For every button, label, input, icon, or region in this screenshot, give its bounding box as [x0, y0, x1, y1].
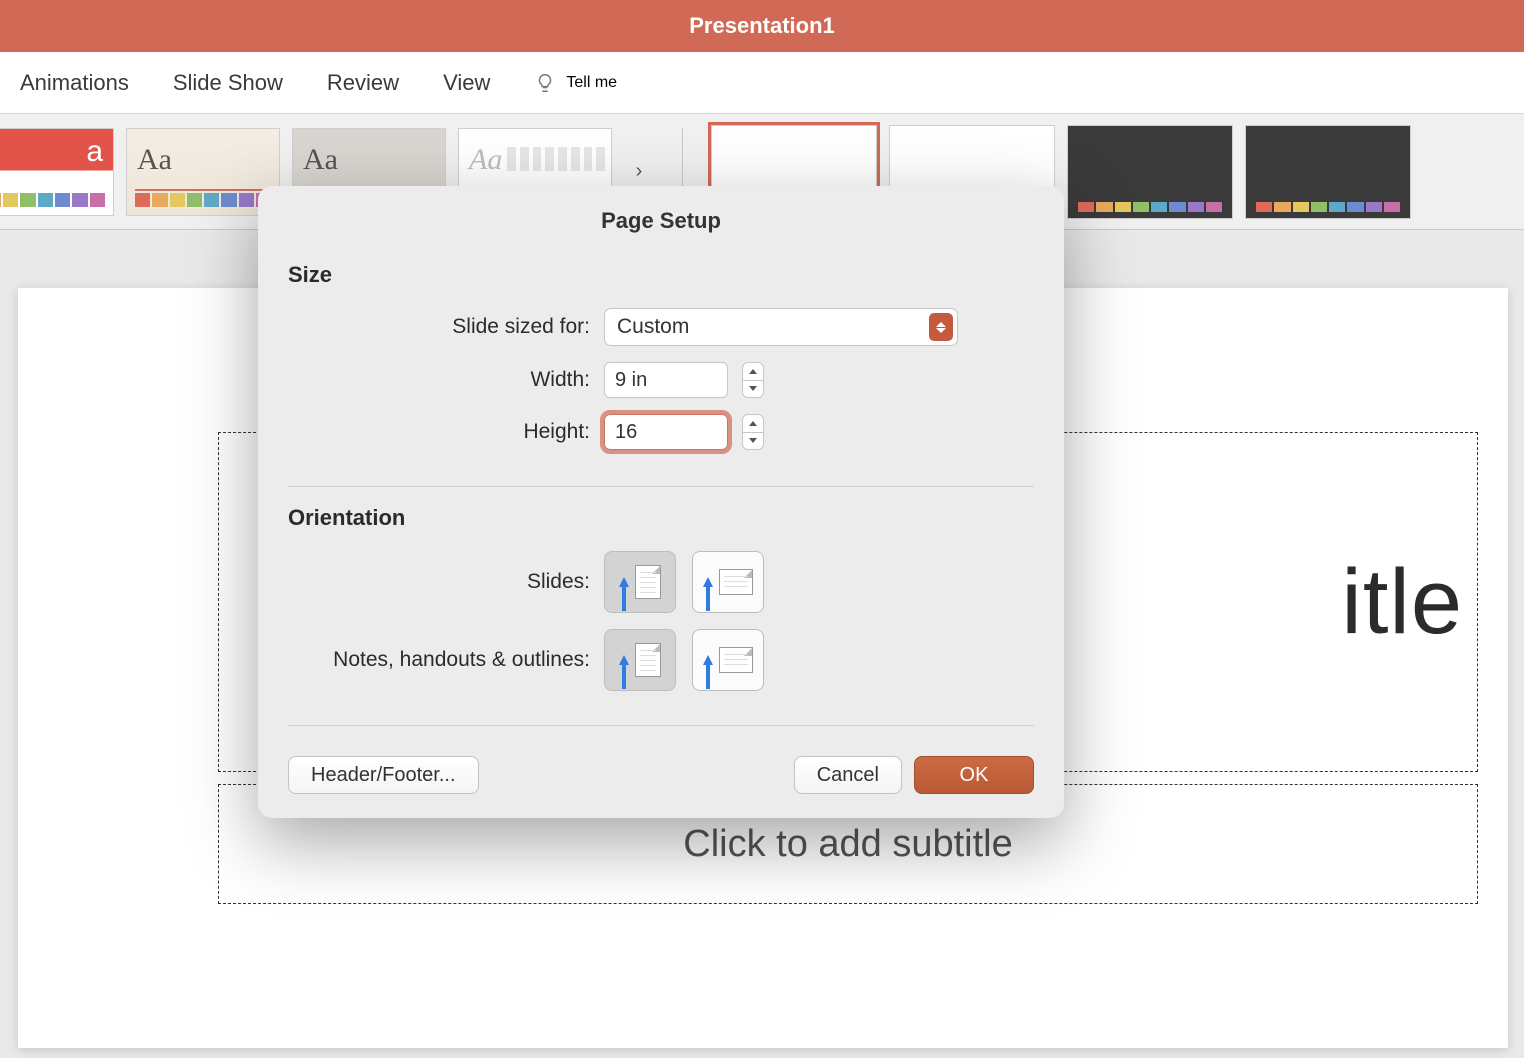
- window-titlebar: Presentation1: [0, 0, 1524, 52]
- height-input[interactable]: [604, 414, 728, 450]
- dialog-footer: Header/Footer... Cancel OK: [258, 744, 1064, 794]
- width-stepper[interactable]: [742, 362, 764, 398]
- stepper-down-icon[interactable]: [743, 381, 763, 398]
- height-stepper[interactable]: [742, 414, 764, 450]
- size-header: Size: [288, 262, 1034, 288]
- stepper-up-icon[interactable]: [743, 415, 763, 433]
- dialog-divider: [288, 486, 1034, 487]
- theme-thumbnail[interactable]: a: [0, 128, 114, 216]
- arrow-up-icon: [703, 577, 713, 587]
- theme-aa-glyph: Aa: [137, 143, 172, 177]
- slides-landscape-button[interactable]: [692, 551, 764, 613]
- page-portrait-icon: [635, 565, 661, 599]
- notes-landscape-button[interactable]: [692, 629, 764, 691]
- stepper-down-icon[interactable]: [743, 433, 763, 450]
- tab-review[interactable]: Review: [327, 70, 399, 96]
- lightbulb-icon: [534, 72, 556, 94]
- arrow-up-icon: [619, 577, 629, 587]
- theme-thumbnail[interactable]: Aa: [126, 128, 280, 216]
- ribbon-tabs: Animations Slide Show Review View Tell m…: [0, 52, 1524, 114]
- stepper-up-icon[interactable]: [743, 363, 763, 381]
- header-footer-button[interactable]: Header/Footer...: [288, 756, 479, 794]
- page-setup-dialog: Page Setup Size Slide sized for: Custom …: [258, 186, 1064, 818]
- tab-animations[interactable]: Animations: [20, 70, 129, 96]
- size-section: Size Slide sized for: Custom Width: Heig…: [258, 252, 1064, 480]
- variant-thumbnail[interactable]: [1067, 125, 1233, 219]
- width-label: Width:: [288, 368, 590, 392]
- sized-for-combobox[interactable]: Custom: [604, 308, 958, 346]
- theme-aa-glyph: Aa: [469, 143, 502, 177]
- arrow-up-icon: [619, 655, 629, 665]
- arrow-up-icon: [703, 655, 713, 665]
- notes-portrait-button[interactable]: [604, 629, 676, 691]
- variant-thumbnail[interactable]: [1245, 125, 1411, 219]
- window-title: Presentation1: [689, 13, 835, 39]
- tell-me-label: Tell me: [566, 74, 617, 92]
- subtitle-placeholder-text: Click to add subtitle: [683, 823, 1013, 866]
- orientation-section: Orientation Slides: Notes, handouts & ou…: [258, 505, 1064, 719]
- theme-aa-glyph: a: [86, 135, 103, 169]
- height-label: Height:: [288, 420, 590, 444]
- chevron-right-icon: ›: [636, 160, 643, 183]
- page-landscape-icon: [719, 569, 753, 595]
- dialog-divider: [288, 725, 1034, 726]
- sized-for-value: Custom: [617, 315, 689, 339]
- notes-orientation-label: Notes, handouts & outlines:: [288, 648, 590, 672]
- slides-portrait-button[interactable]: [604, 551, 676, 613]
- sized-for-label: Slide sized for:: [288, 315, 590, 339]
- dialog-title: Page Setup: [258, 186, 1064, 252]
- width-input[interactable]: [604, 362, 728, 398]
- tab-slide-show[interactable]: Slide Show: [173, 70, 283, 96]
- orientation-header: Orientation: [288, 505, 1034, 531]
- tab-view[interactable]: View: [443, 70, 490, 96]
- slides-orientation-label: Slides:: [288, 570, 590, 594]
- cancel-button[interactable]: Cancel: [794, 756, 902, 794]
- page-portrait-icon: [635, 643, 661, 677]
- updown-icon: [929, 313, 953, 341]
- page-landscape-icon: [719, 647, 753, 673]
- ok-button[interactable]: OK: [914, 756, 1034, 794]
- theme-aa-glyph: Aa: [303, 143, 338, 177]
- tell-me-button[interactable]: Tell me: [534, 72, 617, 94]
- title-placeholder-text: itle: [1341, 550, 1463, 655]
